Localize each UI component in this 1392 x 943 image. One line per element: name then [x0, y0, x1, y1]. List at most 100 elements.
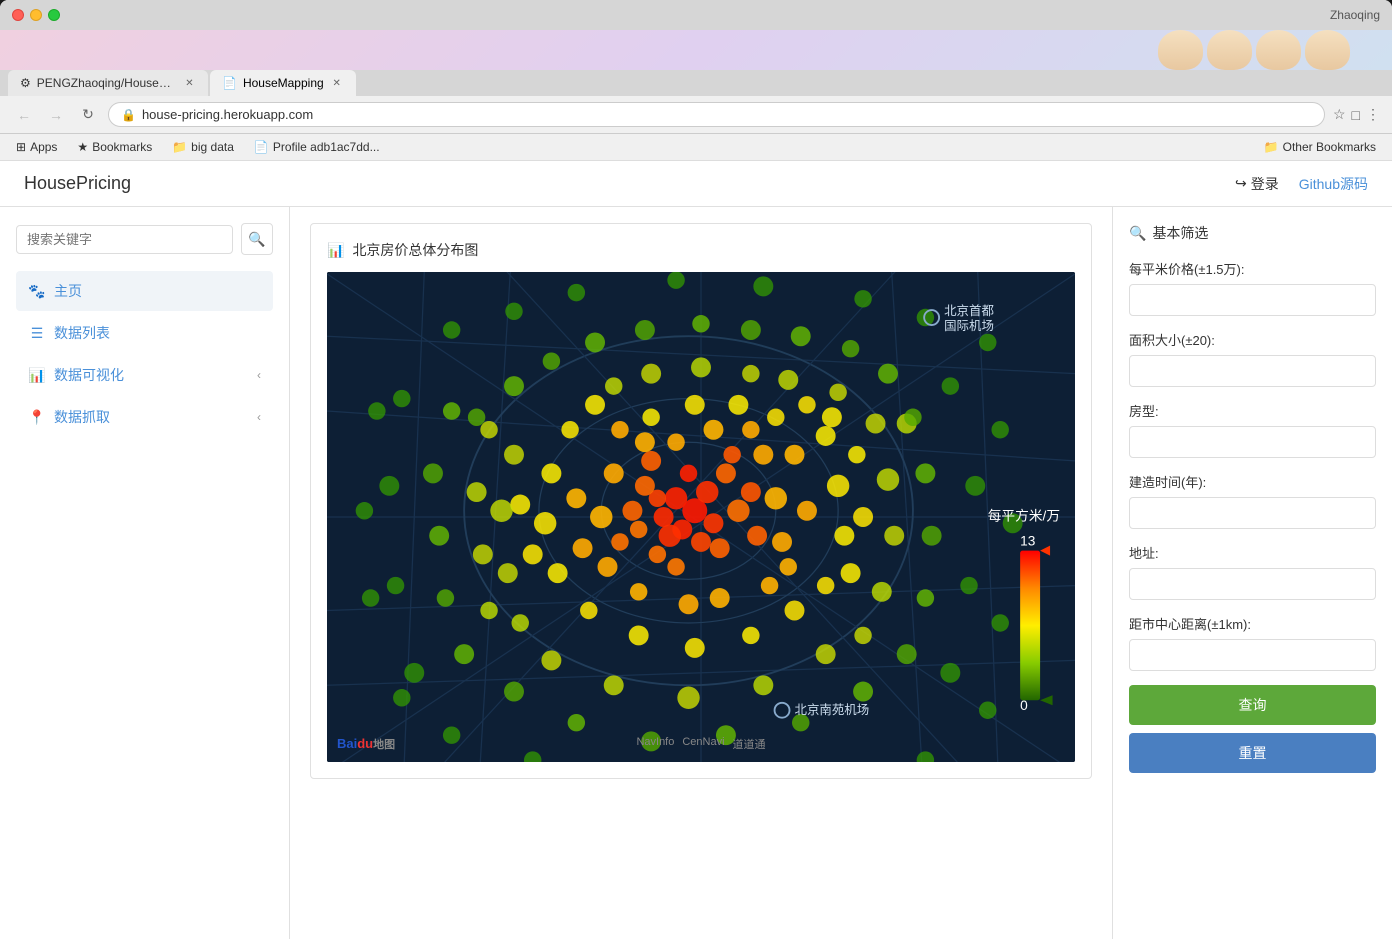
- login-icon: ↪: [1235, 175, 1247, 192]
- bookmark-other-label: Other Bookmarks: [1283, 140, 1376, 154]
- sidebar-dataviz-label: 数据可视化: [54, 365, 124, 385]
- svg-text:0: 0: [1020, 698, 1028, 713]
- anime-face-2: [1207, 30, 1252, 70]
- filter-year: 建造时间(年):: [1129, 472, 1376, 529]
- home-icon: 🐾: [28, 283, 46, 300]
- tabs-bar: ⚙ PENGZhaoqing/HousePricing ✕ 📄 HouseMap…: [0, 70, 1392, 96]
- tab-github[interactable]: ⚙ PENGZhaoqing/HousePricing ✕: [8, 70, 208, 96]
- extensions-icon[interactable]: □: [1352, 107, 1360, 123]
- filter-distance: 距市中心距离(±1km):: [1129, 614, 1376, 671]
- login-label: 登录: [1251, 174, 1279, 194]
- app-header: HousePricing ↪ 登录 Github源码: [0, 161, 1392, 207]
- filter-area: 面积大小(±20):: [1129, 330, 1376, 387]
- daodaotong-label: 道道通: [733, 736, 766, 752]
- cennavi-label: CenNavi: [682, 736, 724, 752]
- sidebar-home-label: 主页: [54, 281, 82, 301]
- svg-text:每平方米/万: 每平方米/万: [988, 509, 1060, 524]
- tab-housemapping[interactable]: 📄 HouseMapping ✕: [210, 70, 356, 96]
- filter-year-input[interactable]: [1129, 497, 1376, 529]
- reset-button[interactable]: 重置: [1129, 733, 1376, 773]
- pin-icon: 📍: [28, 409, 46, 426]
- menu-icon[interactable]: ⋮: [1366, 106, 1380, 123]
- tab-github-close[interactable]: ✕: [183, 76, 196, 90]
- filter-area-input[interactable]: [1129, 355, 1376, 387]
- filter-address-input[interactable]: [1129, 568, 1376, 600]
- svg-text:北京南苑机场: 北京南苑机场: [795, 702, 870, 717]
- url-text: house-pricing.herokuapp.com: [142, 107, 313, 122]
- doc-bookmark-icon: 📄: [254, 140, 269, 154]
- map-container[interactable]: 北京首都 国际机场 北京南苑机场: [327, 272, 1075, 762]
- back-button[interactable]: ←: [12, 103, 36, 127]
- sidebar-item-data-viz[interactable]: 📊 数据可视化 ‹: [16, 355, 273, 395]
- search-button[interactable]: 🔍: [241, 223, 273, 255]
- github-source-label: Github源码: [1299, 176, 1368, 192]
- map-svg: 北京首都 国际机场 北京南苑机场: [327, 272, 1075, 762]
- close-button[interactable]: [12, 9, 24, 21]
- search-input[interactable]: [16, 225, 233, 254]
- filter-area-label: 面积大小(±20):: [1129, 330, 1376, 349]
- chart-title: 📊 北京房价总体分布图: [327, 240, 1075, 260]
- svg-text:国际机场: 国际机场: [944, 319, 994, 333]
- url-bar[interactable]: 🔒 house-pricing.herokuapp.com: [108, 102, 1325, 127]
- browser-user: Zhaoqing: [1330, 8, 1380, 22]
- tab-housemapping-close[interactable]: ✕: [330, 76, 344, 90]
- star-icon: ★: [77, 140, 88, 154]
- baidu-logo: Baidu地图: [337, 736, 395, 752]
- bookmark-profile-label: Profile adb1ac7dd...: [273, 140, 380, 154]
- chart-icon: 📊: [28, 367, 46, 384]
- chevron-crawl-icon: ‹: [257, 410, 261, 424]
- sidebar-datalist-label: 数据列表: [54, 323, 110, 343]
- anime-banner: [0, 30, 1392, 70]
- chart-card: 📊 北京房价总体分布图: [310, 223, 1092, 779]
- bookmark-apps[interactable]: ⊞ Apps: [12, 138, 61, 156]
- minimize-button[interactable]: [30, 9, 42, 21]
- filter-title-text: 基本筛选: [1152, 223, 1208, 243]
- sidebar-datacrawl-label: 数据抓取: [54, 407, 110, 427]
- bookmark-bookmarks[interactable]: ★ Bookmarks: [73, 138, 156, 156]
- sidebar: 🔍 🐾 主页 ☰ 数据列表 📊 数据可视化 ‹ 📍 数据抓取: [0, 207, 290, 939]
- filter-room: 房型:: [1129, 401, 1376, 458]
- filter-price-label: 每平米价格(±1.5万):: [1129, 259, 1376, 278]
- map-footer: NavInfo CenNavi 道道通: [636, 736, 765, 752]
- chart-title-text: 北京房价总体分布图: [352, 240, 478, 260]
- tab-housemapping-label: HouseMapping: [243, 76, 324, 90]
- chart-title-icon: 📊: [327, 242, 344, 259]
- address-bar: ← → ↻ 🔒 house-pricing.herokuapp.com ☆ □ …: [0, 96, 1392, 134]
- svg-text:13: 13: [1020, 534, 1036, 549]
- bookmark-profile[interactable]: 📄 Profile adb1ac7dd...: [250, 138, 384, 156]
- github-source-link[interactable]: Github源码: [1299, 174, 1368, 194]
- navinfo-label: NavInfo: [636, 736, 674, 752]
- refresh-button[interactable]: ↻: [76, 103, 100, 127]
- bookmarks-bar: ⊞ Apps ★ Bookmarks 📁 big data 📄 Profile …: [0, 134, 1392, 161]
- sidebar-item-data-list[interactable]: ☰ 数据列表: [16, 313, 273, 353]
- maximize-button[interactable]: [48, 9, 60, 21]
- filter-distance-input[interactable]: [1129, 639, 1376, 671]
- bookmark-apps-label: Apps: [30, 140, 57, 154]
- main-content: 📊 北京房价总体分布图: [290, 207, 1112, 939]
- filter-panel: 🔍 基本筛选 每平米价格(±1.5万): 面积大小(±20): 房型: 建造时间: [1112, 207, 1392, 939]
- anime-face-4: [1305, 30, 1350, 70]
- filter-title: 🔍 基本筛选: [1129, 223, 1376, 243]
- bookmark-bookmarks-label: Bookmarks: [92, 140, 152, 154]
- filter-address-label: 地址:: [1129, 543, 1376, 562]
- login-button[interactable]: ↪ 登录: [1235, 174, 1279, 194]
- filter-price: 每平米价格(±1.5万):: [1129, 259, 1376, 316]
- apps-grid-icon: ⊞: [16, 140, 26, 154]
- github-icon: ⚙: [20, 76, 31, 90]
- query-button[interactable]: 查询: [1129, 685, 1376, 725]
- filter-room-input[interactable]: [1129, 426, 1376, 458]
- list-icon: ☰: [28, 325, 46, 342]
- filter-price-input[interactable]: [1129, 284, 1376, 316]
- bookmark-other[interactable]: 📁 Other Bookmarks: [1260, 138, 1380, 156]
- star-bookmark-icon[interactable]: ☆: [1333, 106, 1346, 123]
- search-box: 🔍: [16, 223, 273, 255]
- svg-text:北京首都: 北京首都: [944, 304, 994, 318]
- sidebar-item-data-crawl[interactable]: 📍 数据抓取 ‹: [16, 397, 273, 437]
- sidebar-item-home[interactable]: 🐾 主页: [16, 271, 273, 311]
- bookmark-bigdata[interactable]: 📁 big data: [168, 138, 238, 156]
- forward-button[interactable]: →: [44, 103, 68, 127]
- filter-room-label: 房型:: [1129, 401, 1376, 420]
- lock-icon: 🔒: [121, 108, 136, 122]
- filter-distance-label: 距市中心距离(±1km):: [1129, 614, 1376, 633]
- folder-icon: 📁: [172, 140, 187, 154]
